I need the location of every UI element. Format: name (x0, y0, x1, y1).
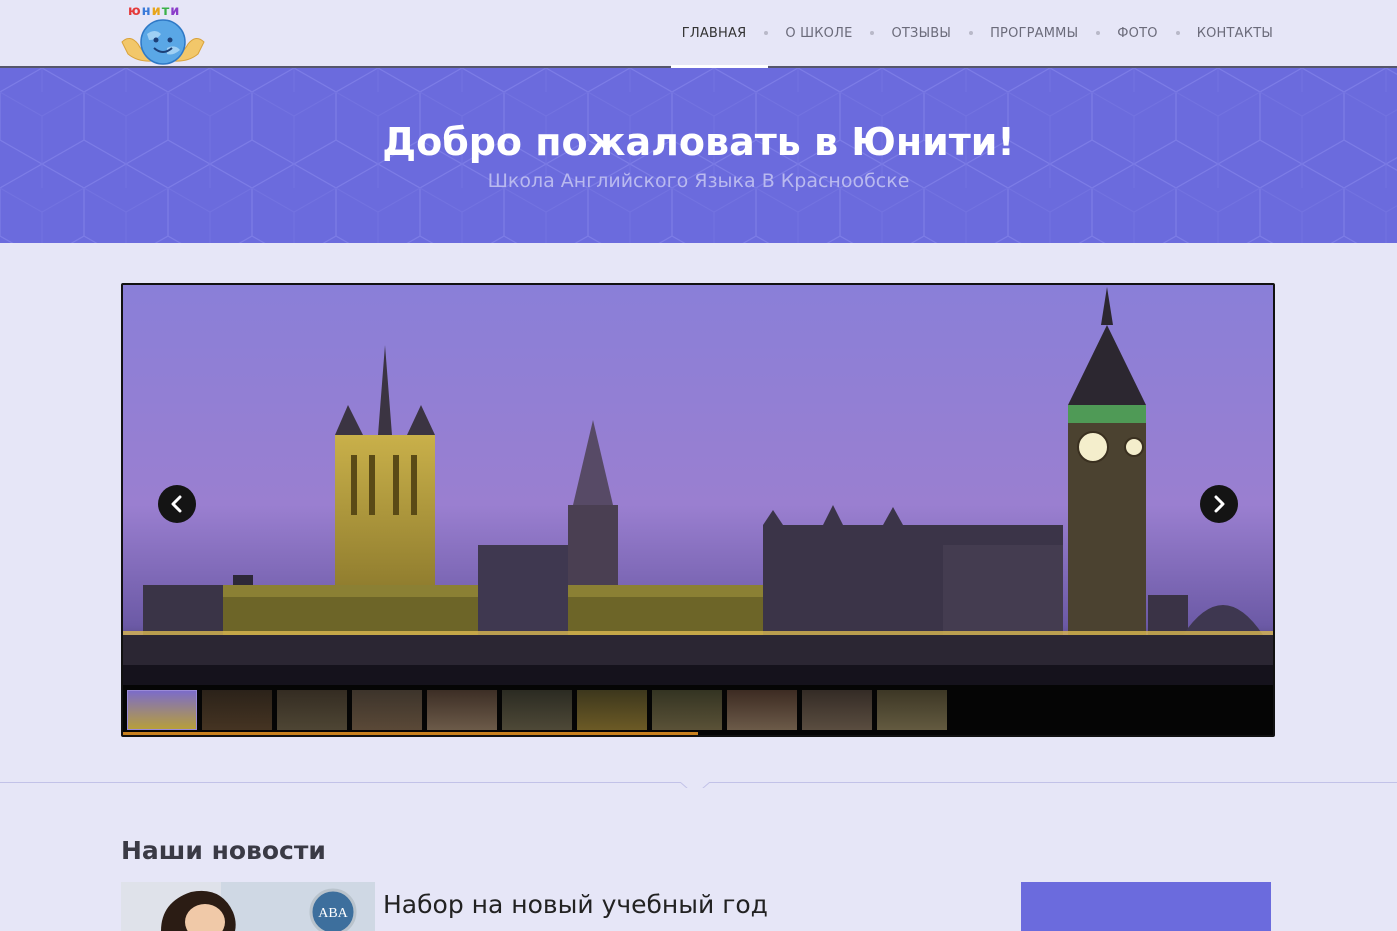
nav-item-about[interactable]: О ШКОЛЕ (785, 0, 852, 66)
slider-thumbnail[interactable] (502, 690, 572, 730)
nav-separator (764, 31, 769, 35)
hero-banner: Добро пожаловать в Юнити! Школа Английск… (0, 68, 1397, 243)
nav-separator (1175, 31, 1180, 35)
slider-thumbnail[interactable] (202, 690, 272, 730)
slider-prev-button[interactable] (158, 485, 196, 523)
slider-thumbnail[interactable] (277, 690, 347, 730)
chevron-right-icon (1214, 495, 1225, 513)
logo-text: юнити (128, 4, 180, 19)
image-slider[interactable] (121, 283, 1275, 737)
hero-title: Добро пожаловать в Юнити! (382, 120, 1015, 164)
nav-item-home[interactable]: ГЛАВНАЯ (670, 0, 768, 68)
logo-letter: и (151, 4, 162, 19)
slider-thumbnail[interactable] (577, 690, 647, 730)
nav-item-reviews[interactable]: ОТЗЫВЫ (891, 0, 951, 66)
logo-letter: т (161, 4, 171, 19)
thumbnail-list (127, 690, 952, 730)
slide-image-london (123, 285, 1273, 685)
slider-thumbnail[interactable] (127, 690, 197, 730)
hero-subtitle: Школа Английского Языка В Краснообске (487, 170, 910, 192)
nav-separator (969, 31, 974, 35)
slider-next-button[interactable] (1200, 485, 1238, 523)
logo-letter: ю (128, 4, 142, 19)
news-item-title[interactable]: Набор на новый учебный год (383, 890, 768, 919)
news-section-title: Наши новости (121, 836, 326, 865)
nav-item-programs[interactable]: ПРОГРАММЫ (990, 0, 1078, 66)
slider-thumbnail[interactable] (802, 690, 872, 730)
slider-thumbnail[interactable] (877, 690, 947, 730)
slider-thumbnail-bar (123, 685, 1273, 735)
slider-progress-bar (123, 732, 698, 735)
nav-separator (1096, 31, 1101, 35)
school-logo[interactable]: юнити (120, 4, 206, 66)
nav-item-contacts[interactable]: КОНТАКТЫ (1197, 0, 1273, 66)
slider-thumbnail[interactable] (652, 690, 722, 730)
logo-letter: и (170, 4, 181, 19)
slider-thumbnail[interactable] (352, 690, 422, 730)
sidebar-widget (1021, 882, 1271, 931)
chevron-left-icon (171, 495, 182, 513)
nav-item-photo[interactable]: ФОТО (1117, 0, 1157, 66)
news-item-image[interactable]: ABA (121, 882, 375, 931)
slider-thumbnail[interactable] (427, 690, 497, 730)
slider-thumbnail[interactable] (727, 690, 797, 730)
site-header: юнити ГЛАВНАЯ О ШКОЛЕ ОТЗЫВЫ ПРОГРАММЫ Ф… (0, 0, 1397, 68)
divider-notch-icon (680, 774, 710, 788)
main-nav: ГЛАВНАЯ О ШКОЛЕ ОТЗЫВЫ ПРОГРАММЫ ФОТО КО… (670, 0, 1273, 68)
aba-badge-text: ABA (318, 906, 348, 921)
logo-letter: н (141, 4, 152, 19)
nav-separator (870, 31, 875, 35)
